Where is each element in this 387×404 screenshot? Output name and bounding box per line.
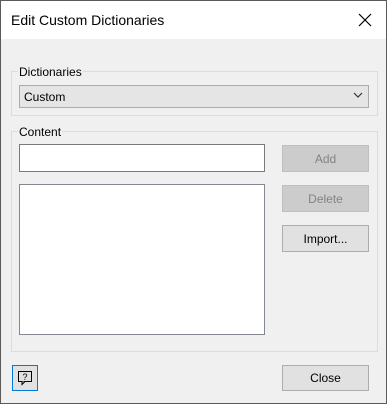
close-button[interactable]: Close [282, 365, 369, 391]
title-bar: Edit Custom Dictionaries [1, 1, 386, 39]
import-button[interactable]: Import... [282, 225, 369, 252]
add-button[interactable]: Add [282, 145, 369, 172]
dictionaries-dropdown[interactable]: Custom [19, 85, 369, 108]
dictionaries-label: Dictionaries [18, 65, 83, 79]
delete-button[interactable]: Delete [282, 185, 369, 212]
close-icon [358, 13, 372, 27]
help-button[interactable]: ? [12, 365, 38, 391]
edit-custom-dictionaries-dialog: Edit Custom Dictionaries Dictionaries Cu… [0, 0, 387, 404]
svg-text:?: ? [22, 372, 27, 382]
content-label: Content [18, 125, 63, 139]
help-icon: ? [18, 371, 32, 386]
content-entry-input[interactable] [19, 144, 265, 172]
content-word-list[interactable] [19, 184, 265, 335]
close-window-button[interactable] [350, 5, 380, 35]
dialog-title: Edit Custom Dictionaries [11, 12, 165, 28]
dictionaries-selected-value: Custom [24, 90, 66, 104]
chevron-down-icon [353, 92, 363, 98]
